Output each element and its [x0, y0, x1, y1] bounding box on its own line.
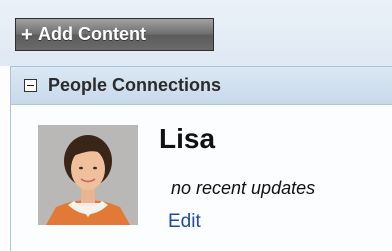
people-connections-portlet: People Connections Lisa no recent update… [10, 66, 392, 251]
profile-name[interactable]: Lisa [159, 123, 215, 155]
portlet-title: People Connections [48, 75, 222, 95]
status-text: no recent updates [171, 178, 316, 198]
portlet-header: People Connections [11, 67, 392, 105]
add-content-label: Add Content [38, 24, 146, 44]
plus-icon: + [21, 24, 33, 46]
avatar[interactable] [38, 125, 138, 225]
minus-icon[interactable] [24, 79, 37, 92]
add-content-button[interactable]: + Add Content [15, 18, 214, 51]
profile-photo [38, 125, 138, 225]
edit-link[interactable]: Edit [168, 211, 201, 233]
